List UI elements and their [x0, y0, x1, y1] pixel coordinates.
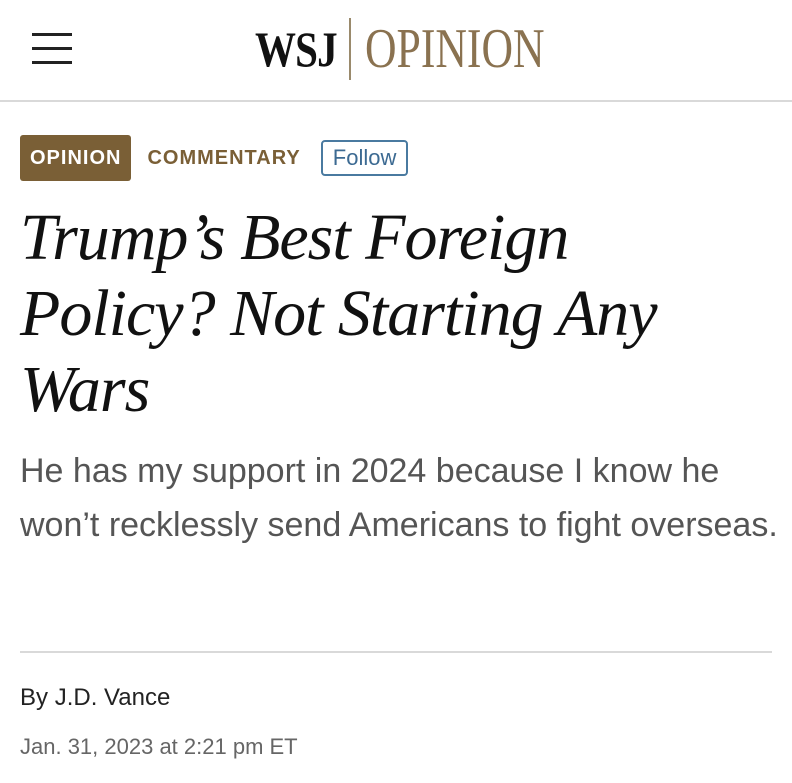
logo-divider — [349, 18, 351, 80]
commentary-category-link[interactable]: COMMENTARY — [147, 147, 300, 170]
author-link[interactable]: J.D. Vance — [55, 684, 171, 711]
opinion-logo-text: OPINION — [365, 18, 545, 80]
follow-button[interactable]: Follow — [320, 140, 409, 176]
menu-bar-top — [32, 33, 72, 36]
article-headline: Trump’s Best Foreign Policy? Not Startin… — [20, 201, 658, 426]
wsj-logo-text: WSJ — [255, 21, 338, 77]
byline: By J.D. Vance — [20, 684, 170, 712]
opinion-section-badge[interactable]: OPINION — [20, 135, 132, 181]
article-dek: He has my support in 2024 because I know… — [20, 452, 778, 544]
divider-rule — [20, 651, 772, 653]
site-header: WSJ OPINION — [0, 0, 792, 102]
byline-prefix: By — [20, 684, 55, 711]
article-meta-row: OPINION COMMENTARY Follow — [20, 135, 409, 181]
wsj-opinion-logo[interactable]: WSJ OPINION — [255, 14, 595, 84]
hamburger-menu-icon[interactable] — [32, 33, 72, 65]
menu-bar-bottom — [32, 61, 72, 64]
publish-timestamp: Jan. 31, 2023 at 2:21 pm ET — [20, 734, 298, 759]
menu-bar-middle — [32, 47, 72, 50]
